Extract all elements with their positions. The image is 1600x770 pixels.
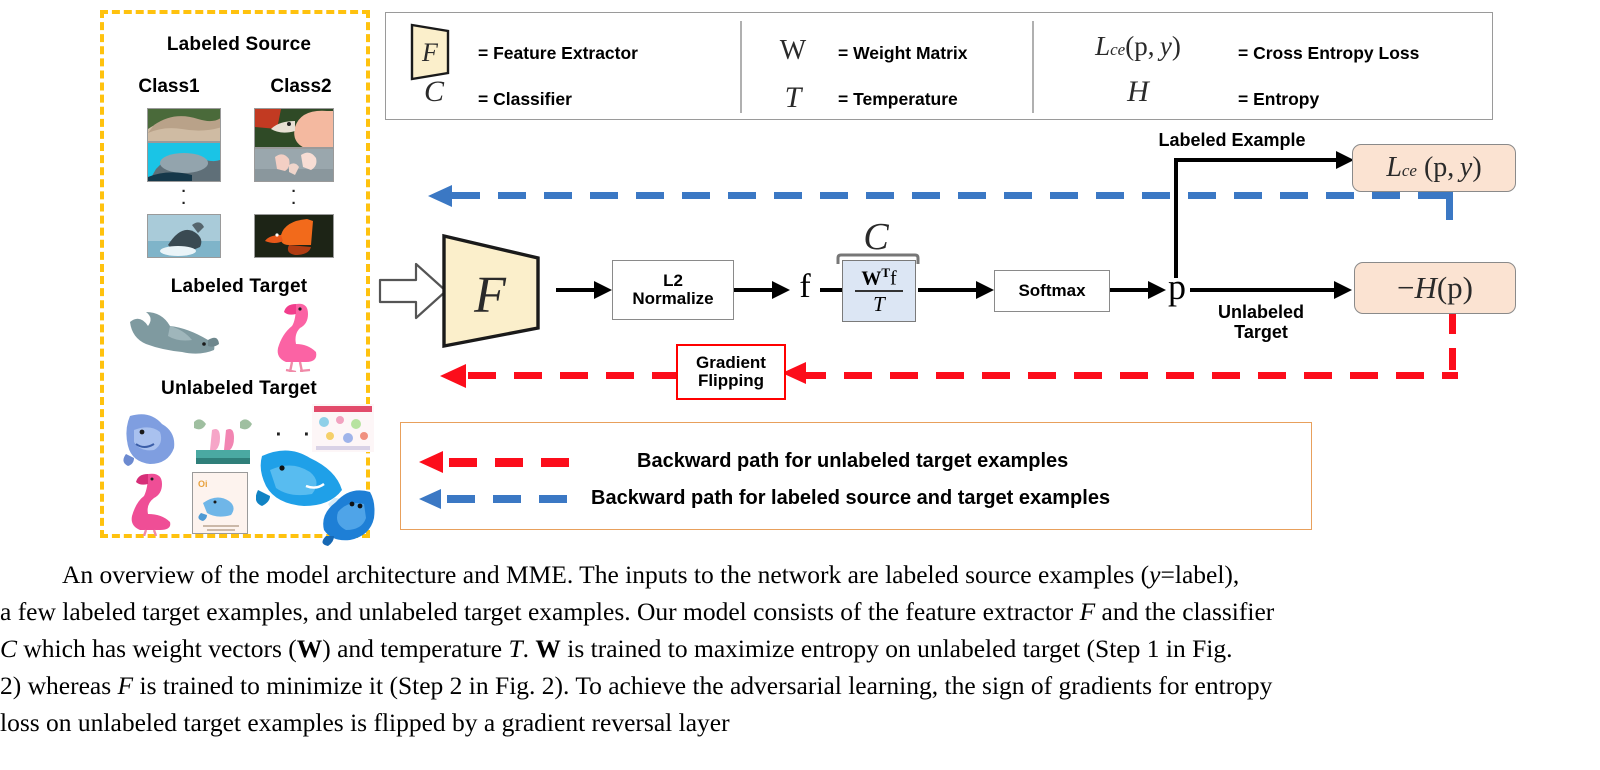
entropy-label: −H(p) (1396, 270, 1474, 305)
unlabeled-flamingo-photo-1 (192, 416, 254, 468)
labeled-source-title: Labeled Source (166, 34, 312, 55)
softmax-label: Softmax (1018, 281, 1086, 301)
source-image-class1-b (147, 142, 221, 182)
classifier-numerator: WTf (861, 265, 897, 290)
legend-blue-text: Backward path for labeled source and tar… (591, 487, 1111, 509)
blue-path-riser (1446, 192, 1453, 220)
class2-dots-2: · (291, 195, 297, 212)
path-legend-box: Backward path for unlabeled target examp… (400, 422, 1312, 530)
legend-feature-extractor-icon: F (408, 21, 456, 83)
arrow-classifier-to-softmax (918, 288, 980, 292)
classifier-block: WTf T (842, 260, 916, 322)
legend-weight-matrix-text: = Weight Matrix (838, 43, 968, 63)
l2-normalize-block: L2 Normalize (612, 260, 734, 320)
caption-line-3: C which has weight vectors (W) and tempe… (0, 634, 1233, 663)
arrow-softmax-to-p (1110, 288, 1152, 292)
legend-temperature-symbol: T (784, 81, 802, 114)
legend-classifier-symbol: C (423, 75, 444, 108)
branch-p-to-ce-horizontal (1174, 158, 1344, 162)
source-image-class1-c (147, 214, 221, 258)
source-image-class2-b (254, 148, 334, 182)
unlabeled-dolphin-icon-1 (120, 410, 182, 470)
figure-caption: An overview of the model architecture an… (0, 556, 1600, 741)
caption-line-2: a few labeled target examples, and unlab… (0, 597, 1275, 626)
softmax-block: Softmax (994, 270, 1110, 312)
blue-backward-path (452, 192, 1452, 199)
arrowhead-to-entropy-icon (1334, 281, 1352, 299)
source-image-class2-a (254, 108, 334, 148)
labeled-example-label: Labeled Example (1158, 130, 1306, 150)
blue-backward-arrowhead-icon (428, 183, 454, 209)
class2-label: Class2 (270, 76, 332, 97)
class1-label: Class1 (138, 76, 200, 97)
caption-line-5: loss on unlabeled target examples is fli… (0, 708, 730, 737)
arrowhead-l2-to-f-icon (772, 281, 790, 299)
feature-symbol: f (799, 268, 811, 305)
unlabeled-target-path-label: Unlabeled Target (1217, 302, 1305, 343)
entropy-block: −H(p) (1354, 262, 1516, 314)
svg-text:Oi: Oi (198, 479, 208, 489)
legend-temperature-text: = Temperature (838, 89, 958, 109)
gradient-flipping-label: Gradient Flipping (696, 352, 766, 390)
legend-divider-1 (740, 21, 742, 113)
ce-loss-block: Lce (p, y) (1352, 144, 1516, 192)
legend-feature-extractor-text: = Feature Extractor (478, 43, 638, 63)
legend-red-dash (449, 458, 579, 467)
class2-dots-1: · (291, 183, 297, 200)
caption-line-1: An overview of the model architecture an… (62, 560, 1240, 589)
labeled-target-flamingo-icon (266, 300, 326, 374)
source-image-class2-c (254, 214, 334, 258)
legend-red-text: Backward path for unlabeled target examp… (637, 450, 1069, 472)
ce-loss-label: Lce (p, y) (1386, 152, 1482, 183)
legend-ce-loss-symbol: Lce(p, y) (1095, 31, 1181, 61)
class1-dots-2: · (181, 195, 187, 212)
arrowhead-classifier-to-softmax-icon (976, 281, 994, 299)
legend-ce-loss-text: = Cross Entropy Loss (1238, 43, 1420, 63)
legend-weight-matrix-symbol: W (779, 35, 807, 66)
labeled-target-dolphin-icon (126, 310, 220, 362)
symbol-legend-box: F = Feature Extractor C = Classifier W =… (385, 12, 1493, 120)
arrow-f-to-l2 (556, 288, 598, 292)
svg-text:F: F (421, 38, 439, 67)
l2-normalize-label: L2 Normalize (632, 271, 714, 308)
legend-divider-2 (1032, 21, 1034, 113)
classifier-denominator: T (873, 291, 885, 316)
unlabeled-target-title: Unlabeled Target (161, 378, 317, 399)
unlabeled-dolphin-poster: Oi (192, 472, 248, 534)
legend-entropy-symbol: H (1127, 75, 1149, 108)
arrow-p-to-entropy (1190, 288, 1340, 292)
feature-extractor-block: F (438, 232, 556, 350)
unlabeled-collage-photo (312, 404, 374, 452)
legend-blue-arrowhead-icon (419, 487, 443, 511)
legend-entropy-text: = Entropy (1238, 89, 1320, 109)
gradient-flipping-block: Gradient Flipping (676, 344, 786, 400)
caption-line-4: 2) whereas F is trained to minimize it (… (0, 671, 1273, 700)
unlabeled-dolphin-icon-4 (316, 486, 378, 546)
legend-blue-dash (447, 495, 579, 503)
red-path-riser (1449, 312, 1456, 374)
legend-red-arrowhead-icon (419, 449, 445, 475)
branch-p-to-ce-vertical (1174, 158, 1178, 278)
source-image-class1-a (147, 108, 221, 142)
legend-classifier-text: = Classifier (478, 89, 572, 109)
red-backward-path-right (798, 372, 1458, 379)
input-examples-panel: Labeled Source Class1 Class2 · · · · Lab… (100, 10, 375, 546)
red-backward-arrowhead-icon (440, 362, 468, 390)
arrow-l2-to-f (734, 288, 776, 292)
labeled-target-title: Labeled Target (170, 276, 308, 297)
class1-dots-1: · (181, 183, 187, 200)
feature-extractor-symbol: F (474, 267, 506, 324)
arrowhead-f-to-l2-icon (594, 281, 612, 299)
unlabeled-flamingo-icon-2 (122, 470, 180, 537)
